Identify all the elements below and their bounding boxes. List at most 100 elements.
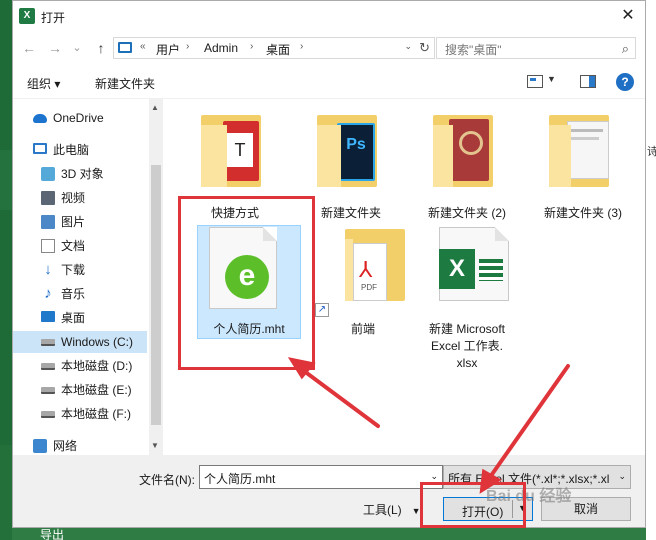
sidebar-item-label: 本地磁盘 (D:) [61,359,133,373]
sidebar-item-local-disk-f[interactable]: 本地磁盘 (F:) [13,403,147,425]
excel-app-icon: X [19,8,35,24]
breadcrumb-desktop[interactable]: 桌面 [266,41,290,58]
title-bar: X 打开 ✕ [13,1,645,31]
file-name: 前端 [350,322,375,336]
file-item-new-folder-3[interactable]: 新建文件夹 (3) [531,111,635,223]
file-item-excel-workbook[interactable]: X 新建 Microsoft Excel 工作表. xlsx [415,225,519,375]
sidebar-scrollbar[interactable]: ▲ ▼ [149,99,163,455]
sidebar-item-label: 此电脑 [53,143,90,157]
organize-button[interactable]: 组织 ▾ [27,75,60,92]
filename-value: 个人简历.mht [204,472,276,486]
navigation-bar: ← → ⌄ ↑ « 用户 › Admin › 桌面 › ⌄ ↻ 搜索"桌面" ⌕ [13,31,645,65]
sidebar-item-label: Windows (C:) [61,335,134,349]
preview-pane-icon[interactable] [580,75,596,88]
sidebar-item-label: 本地磁盘 (E:) [61,383,132,397]
pictures-icon [41,215,55,229]
sidebar-item-pictures[interactable]: 图片 [13,211,147,233]
folder-icon: Ps [313,111,389,191]
file-item-new-folder-2[interactable]: 新建文件夹 (2) [415,111,519,223]
sidebar-item-videos[interactable]: 视频 [13,187,147,209]
sidebar-item-downloads[interactable]: ↓ 下载 [13,259,147,281]
open-file-dialog: X 打开 ✕ ← → ⌄ ↑ « 用户 › Admin › 桌面 › ⌄ ↻ 搜… [12,0,646,528]
navigation-pane: OneDrive 此电脑 3D 对象 视频 图片 文档 ↓ 下载 ♪ 音乐 桌面… [13,99,163,455]
sidebar-item-label: 3D 对象 [61,167,104,181]
download-icon: ↓ [44,261,52,278]
command-toolbar: 组织 ▾ 新建文件夹 ▼ ? [13,65,645,99]
drive-icon [41,363,55,370]
sidebar-item-documents[interactable]: 文档 [13,235,147,257]
search-placeholder: 搜索"桌面" [445,43,502,57]
search-box[interactable]: 搜索"桌面" ⌕ [436,37,636,59]
scroll-down-icon[interactable]: ▼ [151,441,159,450]
file-name: 新建文件夹 (2) [427,206,506,220]
annotation-highlight-file [178,196,315,370]
view-options-chevron-icon[interactable]: ▼ [547,74,556,84]
sidebar-item-label: 音乐 [61,287,86,301]
file-name-line: 新建 Microsoft [428,322,505,336]
folder-icon [545,111,621,191]
sidebar-item-label: 下载 [61,263,86,277]
breadcrumb-separator[interactable]: › [250,41,253,52]
shortcut-arrow-icon: ↗ [315,303,329,317]
file-name: 新建文件夹 (3) [543,206,622,220]
help-icon[interactable]: ? [616,73,634,91]
excel-background-left [0,0,12,540]
sidebar-item-label: 视频 [61,191,86,205]
chevron-down-icon[interactable]: ⌄ [618,471,626,482]
sidebar-item-label: 文档 [61,239,86,253]
folder-icon: ⅄ PDF [325,225,405,305]
sidebar-item-this-pc[interactable]: 此电脑 [13,139,147,161]
sidebar-item-network[interactable]: 网络 [13,435,147,455]
sidebar-item-label: OneDrive [53,111,104,125]
address-dropdown-icon[interactable]: ⌄ [404,41,412,52]
file-name-line: Excel 工作表. [430,339,503,353]
sidebar-item-3d-objects[interactable]: 3D 对象 [13,163,147,185]
breadcrumb-admin[interactable]: Admin [204,41,238,55]
breadcrumb-separator[interactable]: › [186,41,189,52]
breadcrumb-users[interactable]: 用户 [156,41,180,58]
refresh-icon[interactable]: ↻ [419,40,430,56]
excel-background-right: 诗 [646,0,656,540]
sidebar-item-label: 网络 [53,439,78,453]
desktop-icon [41,311,55,322]
sidebar-item-local-disk-d[interactable]: 本地磁盘 (D:) [13,355,147,377]
video-icon [41,191,55,205]
sidebar-item-music[interactable]: ♪ 音乐 [13,283,147,305]
file-name-line: xlsx [456,356,478,370]
screen: 导出 诗 X 打开 ✕ ← → ⌄ ↑ « 用户 › Admin › 桌面 › … [0,0,656,540]
cloud-icon [33,114,47,123]
drive-icon [41,411,55,418]
network-icon [33,439,47,453]
new-folder-button[interactable]: 新建文件夹 [95,75,155,92]
breadcrumb-overflow[interactable]: « [140,41,146,52]
up-arrow-icon[interactable]: ↑ [91,39,111,57]
chevron-down-icon[interactable]: ⌄ [430,471,438,482]
dialog-title: 打开 [41,11,66,25]
filename-input[interactable]: 个人简历.mht ⌄ [199,465,443,489]
sidebar-item-onedrive[interactable]: OneDrive [13,107,147,129]
folder-icon: T [197,111,273,191]
drive-icon [41,339,55,346]
back-arrow-icon[interactable]: ← [19,39,39,57]
file-item-frontend-shortcut[interactable]: ⅄ PDF ↗ 前端 [311,225,415,339]
excel-export-label: 导出 [40,528,65,540]
forward-arrow-icon[interactable]: → [45,39,65,57]
documents-icon [41,239,55,253]
close-button[interactable]: ✕ [615,3,641,29]
scroll-up-icon[interactable]: ▲ [151,103,159,112]
3d-objects-icon [41,167,55,181]
sidebar-item-windows-c[interactable]: Windows (C:) [13,331,147,353]
recent-locations-chevron-icon[interactable]: ⌄ [67,39,87,57]
tools-button[interactable]: 工具(L) ▼ [363,501,421,518]
search-icon[interactable]: ⌕ [622,41,629,57]
sidebar-item-local-disk-e[interactable]: 本地磁盘 (E:) [13,379,147,401]
drive-icon [41,387,55,394]
computer-icon [118,42,132,53]
change-view-icon[interactable] [527,75,543,88]
sidebar-item-label: 本地磁盘 (F:) [61,407,131,421]
sidebar-item-desktop[interactable]: 桌面 [13,307,147,329]
scrollbar-thumb[interactable] [151,165,161,425]
address-bar[interactable]: « 用户 › Admin › 桌面 › ⌄ ↻ [113,37,435,59]
music-icon: ♪ [44,285,52,302]
breadcrumb-separator[interactable]: › [300,41,303,52]
